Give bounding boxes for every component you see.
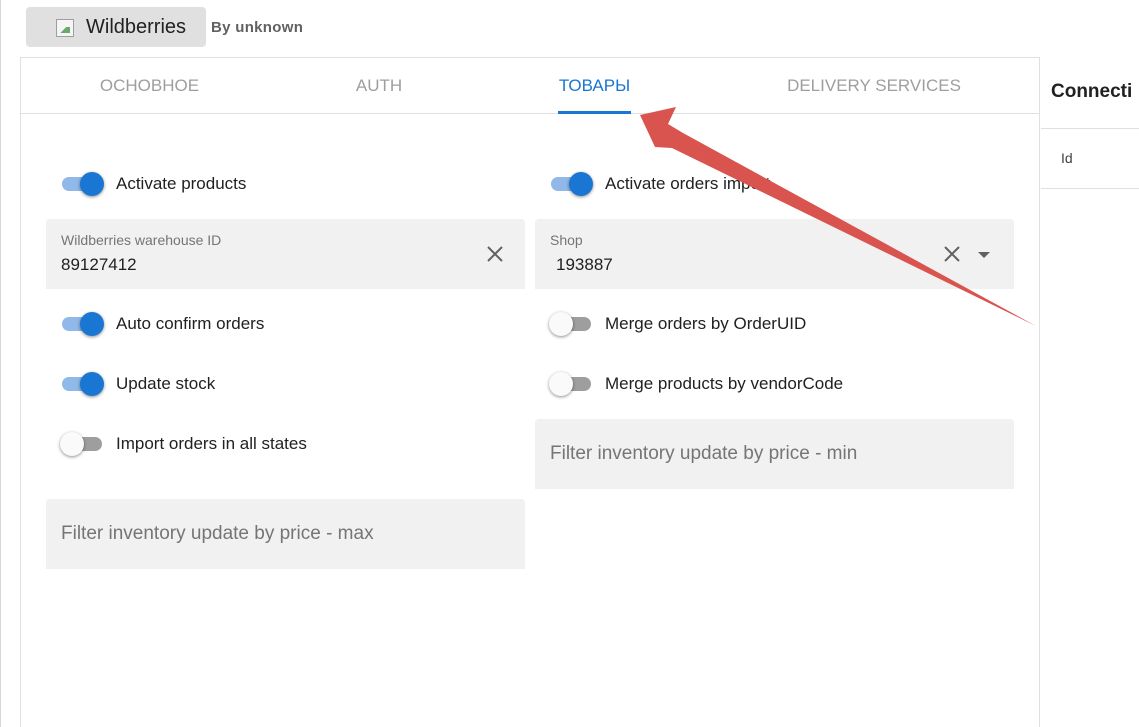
tab-products[interactable]: ТОВАРЫ	[558, 58, 631, 114]
price-min-placeholder: Filter inventory update by price - min	[550, 443, 858, 464]
activate-products-switch[interactable]	[60, 172, 104, 196]
chevron-down-icon[interactable]	[978, 252, 990, 258]
import-orders-all-states-row: Import orders in all states	[60, 429, 307, 459]
merge-products-by-vendorcode-row: Merge products by vendorCode	[549, 369, 843, 399]
warehouse-id-label: Wildberries warehouse ID	[61, 232, 222, 248]
import-orders-all-states-label: Import orders in all states	[116, 434, 307, 453]
window-left-border	[0, 0, 1, 727]
warehouse-id-value[interactable]: 89127412	[61, 255, 137, 275]
merge-orders-by-orderuid-label: Merge orders by OrderUID	[605, 314, 807, 333]
app-title: Wildberries	[86, 15, 187, 38]
merge-products-by-vendorcode-switch[interactable]	[549, 372, 593, 396]
shop-label: Shop	[550, 232, 583, 248]
shop-value[interactable]: 193887	[556, 255, 613, 275]
switch-thumb	[80, 172, 104, 196]
activate-orders-import-switch[interactable]	[549, 172, 593, 196]
auto-confirm-orders-switch[interactable]	[60, 312, 104, 336]
merge-orders-by-orderuid-switch[interactable]	[549, 312, 593, 336]
activate-products-row: Activate products	[60, 169, 246, 199]
import-orders-all-states-switch[interactable]	[60, 432, 104, 456]
price-min-field[interactable]: Filter inventory update by price - min	[535, 419, 1014, 489]
settings-panel: ОСНОВНОЕ AUTH ТОВАРЫ DELIVERY SERVICES A…	[20, 57, 1040, 727]
app-chip[interactable]: Wildberries	[26, 7, 206, 47]
auto-confirm-orders-row: Auto confirm orders	[60, 309, 264, 339]
switch-thumb	[569, 172, 593, 196]
activate-products-label: Activate products	[116, 174, 247, 193]
connections-title: Connecti	[1051, 81, 1133, 102]
switch-thumb	[549, 372, 573, 396]
divider	[1041, 188, 1139, 189]
merge-orders-by-orderuid-row: Merge orders by OrderUID	[549, 309, 806, 339]
close-icon[interactable]	[941, 243, 963, 265]
switch-thumb	[80, 372, 104, 396]
tab-bar: ОСНОВНОЕ AUTH ТОВАРЫ DELIVERY SERVICES	[21, 58, 1040, 114]
switch-thumb	[549, 312, 573, 336]
price-max-placeholder: Filter inventory update by price - max	[61, 523, 374, 544]
update-stock-label: Update stock	[116, 374, 216, 393]
app-header: Wildberries By unknown	[26, 7, 303, 47]
update-stock-row: Update stock	[60, 369, 215, 399]
app-author: By unknown	[211, 18, 304, 36]
close-icon[interactable]	[484, 243, 506, 265]
warehouse-id-field[interactable]: Wildberries warehouse ID 89127412	[46, 219, 525, 289]
tab-delivery-services[interactable]: DELIVERY SERVICES	[783, 58, 965, 114]
auto-confirm-orders-label: Auto confirm orders	[116, 314, 265, 333]
activate-orders-import-label: Activate orders import	[605, 174, 771, 193]
column-header-id[interactable]: Id	[1061, 150, 1073, 166]
switch-thumb	[80, 312, 104, 336]
activate-orders-import-row: Activate orders import	[549, 169, 770, 199]
broken-image-icon	[56, 19, 74, 37]
tab-auth[interactable]: AUTH	[354, 58, 404, 114]
update-stock-switch[interactable]	[60, 372, 104, 396]
price-max-field[interactable]: Filter inventory update by price - max	[46, 499, 525, 569]
divider	[1041, 128, 1139, 129]
tab-main[interactable]: ОСНОВНОЕ	[98, 58, 201, 114]
merge-products-by-vendorcode-label: Merge products by vendorCode	[605, 374, 844, 393]
connections-panel: Connecti Id	[1041, 57, 1139, 727]
shop-select[interactable]: Shop 193887	[535, 219, 1014, 289]
switch-thumb	[60, 432, 84, 456]
